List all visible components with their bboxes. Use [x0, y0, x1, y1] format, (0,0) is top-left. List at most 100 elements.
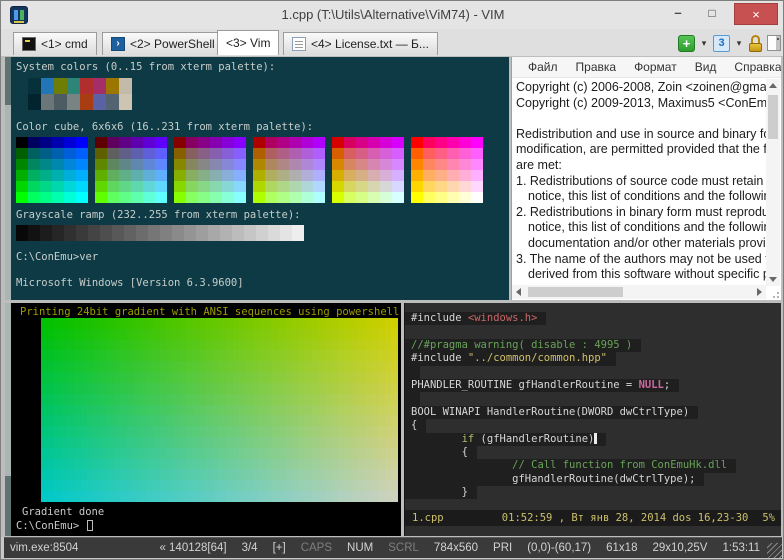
new-console-dropdown-icon[interactable]: ▾: [699, 38, 709, 49]
cube-block: [16, 137, 88, 203]
cube-block: [95, 137, 167, 203]
system-colors-row1: [28, 78, 132, 94]
color-swatch: [54, 78, 67, 94]
pane-terminal-gradient[interactable]: Printing 24bit gradient with ANSI sequen…: [5, 303, 401, 536]
notepad-resize-grip[interactable]: [769, 288, 779, 298]
notepad-line: notice, this list of conditions and the …: [516, 189, 766, 205]
tab-cmd[interactable]: <1> cmd: [13, 32, 97, 55]
vim-filename: 1.cpp: [405, 512, 444, 524]
menu-item-вид[interactable]: Вид: [686, 60, 726, 74]
scroll-right-icon[interactable]: [757, 288, 762, 296]
vim-code-line: #include <windows.h>: [405, 312, 781, 325]
vim-code-line: [405, 325, 781, 338]
gray-swatch: [124, 225, 136, 241]
gray-swatch: [268, 225, 280, 241]
window-resize-grip[interactable]: [767, 543, 782, 558]
notepad-line: Copyright (c) 2006-2008, Zoin <zoinen@gm…: [516, 80, 766, 96]
version-line: Microsoft Windows [Version 6.3.9600]: [16, 277, 244, 289]
notepad-line: modification, are permitted provided tha…: [516, 142, 766, 158]
vim-code[interactable]: #include <windows.h> //#pragma warning( d…: [405, 312, 781, 499]
color-swatch: [93, 78, 106, 94]
statusbar-item[interactable]: [+]: [273, 542, 286, 554]
pane-notepad[interactable]: ФайлПравкаФорматВидСправка Copyright (c)…: [511, 57, 781, 300]
statusbar-item[interactable]: « 140128[64]: [159, 542, 226, 554]
notepad-icon: [292, 37, 306, 51]
vim-code-line: //#pragma warning( disable : 4995 ): [405, 339, 781, 352]
tab-label: <2> PowerShell: [130, 37, 215, 51]
statusbar-process[interactable]: vim.exe:8504: [4, 542, 78, 554]
gray-swatch: [172, 225, 184, 241]
content-area: System colors (0..15 from xterm palette)…: [1, 56, 784, 537]
cube-block: [332, 137, 404, 203]
tab-label: <1> cmd: [41, 37, 88, 51]
console-buffer-icon[interactable]: [767, 35, 781, 51]
lock-icon[interactable]: [748, 35, 763, 52]
gray-swatch: [280, 225, 292, 241]
scroll-thumb[interactable]: [768, 95, 778, 139]
scroll-thumb[interactable]: [528, 287, 623, 297]
vim-time-date: 01:52:59 , Вт янв 28, 2014 dos 16,23-30: [502, 512, 749, 524]
statusbar-item[interactable]: 29x10,25V: [652, 542, 707, 554]
notepad-line: [516, 111, 766, 127]
vim-code-line: BOOL WINAPI HandlerRoutine(DWORD dwCtrlT…: [405, 406, 781, 419]
menu-item-файл[interactable]: Файл: [519, 60, 567, 74]
vim-cursor: [594, 433, 597, 444]
status-bar: vim.exe:8504 « 140128[64] 3/4 [+] CAPS NUM SC…: [4, 537, 782, 558]
tab-vim[interactable]: <3> Vim: [217, 30, 279, 55]
statusbar-item[interactable]: 3/4: [242, 542, 258, 554]
console-list-dropdown-icon[interactable]: ▾: [734, 38, 744, 49]
scrollbar[interactable]: [5, 57, 11, 300]
gray-swatch: [40, 225, 52, 241]
vim-code-line: [405, 366, 781, 379]
tab-license[interactable]: <4> License.txt — Б...: [283, 32, 438, 55]
notepad-line: Copyright (c) 2009-2013, Maximus5 <ConEm…: [516, 96, 766, 112]
scrollbar[interactable]: [5, 303, 11, 536]
notepad-text-area[interactable]: Copyright (c) 2006-2008, Zoin <zoinen@gm…: [516, 80, 766, 285]
minimize-button[interactable]: –: [663, 1, 693, 27]
active-console-button[interactable]: 3: [713, 35, 730, 52]
color-swatch: [54, 94, 67, 110]
statusbar-item[interactable]: CAPS: [301, 542, 332, 554]
statusbar-item[interactable]: PRI: [493, 542, 512, 554]
vim-code-line: }: [405, 486, 781, 499]
color-cube: [16, 137, 483, 203]
titlebar[interactable]: 1.cpp (T:\Utils\Alternative\ViM74) - VIM…: [1, 1, 784, 29]
vim-statusline: 1.cpp 01:52:59 , Вт янв 28, 2014 dos 16,…: [405, 510, 781, 526]
new-console-button[interactable]: +: [678, 35, 695, 52]
powershell-icon: ›: [111, 37, 125, 51]
statusbar-item[interactable]: 1:53:11: [722, 542, 760, 554]
menu-item-формат[interactable]: Формат: [625, 60, 686, 74]
notepad-horizontal-scrollbar[interactable]: [512, 285, 766, 299]
statusbar-item[interactable]: 61x18: [606, 542, 637, 554]
statusbar-item[interactable]: SCRL: [388, 542, 419, 554]
statusbar-item[interactable]: NUM: [347, 542, 373, 554]
color-swatch: [67, 78, 80, 94]
notepad-line: 3. The name of the authors may not be us…: [516, 252, 766, 268]
vim-code-line: [405, 392, 781, 405]
cube-block: [174, 137, 246, 203]
gray-swatch: [232, 225, 244, 241]
pane-vim[interactable]: #include <windows.h> //#pragma warning( d…: [404, 303, 781, 536]
maximize-button[interactable]: □: [697, 1, 727, 27]
menu-item-правка[interactable]: Правка: [567, 60, 626, 74]
scroll-up-icon[interactable]: [769, 83, 777, 88]
statusbar-item[interactable]: (0,0)-(60,17): [527, 542, 591, 554]
statusbar-item[interactable]: 784x560: [434, 542, 478, 554]
gray-swatch: [292, 225, 304, 241]
close-button[interactable]: ×: [734, 3, 778, 25]
pane-terminal-colors[interactable]: System colors (0..15 from xterm palette)…: [5, 57, 509, 300]
gray-swatch: [256, 225, 268, 241]
gray-swatch: [88, 225, 100, 241]
gray-swatch: [64, 225, 76, 241]
notepad-vertical-scrollbar[interactable]: [766, 79, 780, 286]
color-swatch: [80, 94, 93, 110]
scroll-left-icon[interactable]: [516, 288, 521, 296]
notepad-line: are met:: [516, 158, 766, 174]
color-swatch: [80, 78, 93, 94]
tab-powershell[interactable]: › <2> PowerShell: [102, 32, 224, 55]
color-swatch: [41, 78, 54, 94]
menu-item-справка[interactable]: Справка: [725, 60, 781, 74]
cmd-icon: [22, 37, 36, 51]
heading-grayscale: Grayscale ramp (232..255 from xterm pale…: [16, 209, 300, 221]
scroll-down-icon[interactable]: [769, 277, 777, 282]
